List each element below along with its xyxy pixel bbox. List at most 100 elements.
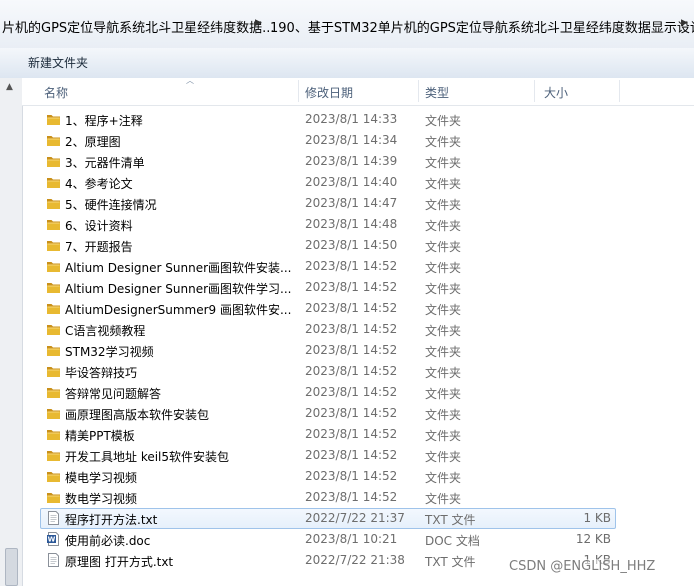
file-type: 文件夹 [425,282,462,296]
file-row[interactable]: 开发工具地址 keil5软件安装包 2023/8/1 14:52 文件夹 [0,445,694,466]
file-row[interactable]: Altium Designer Sunner画图软件学习... 2023/8/1 … [0,277,694,298]
file-name: 2、原理图 [65,135,121,149]
file-name: 开发工具地址 keil5软件安装包 [65,450,230,464]
watermark: CSDN @ENGLISH_HHZ [509,559,656,574]
folder-icon [46,280,61,294]
file-modified-date: 2023/8/1 14:52 [305,490,398,504]
file-type: 文件夹 [425,345,462,359]
file-row[interactable]: 6、设计资料 2023/8/1 14:48 文件夹 [0,214,694,235]
file-row-selected[interactable]: 程序打开方法.txt 2022/7/22 21:37 TXT 文件 1 KB [0,508,694,529]
file-modified-date: 2023/8/1 10:21 [305,532,398,546]
file-size: 12 KB [575,532,611,546]
file-modified-date: 2023/8/1 14:52 [305,343,398,357]
file-name: 毕设答辩技巧 [65,366,138,380]
column-divider[interactable] [534,80,535,102]
column-header: ︿ 名称 修改日期 类型 大小 [22,76,694,106]
new-folder-button[interactable]: 新建文件夹 [26,54,90,71]
file-type: 文件夹 [425,408,462,422]
file-row[interactable]: Altium Designer Sunner画图软件安装... 2023/8/1 … [0,256,694,277]
file-row[interactable]: 数电学习视频 2023/8/1 14:52 文件夹 [0,487,694,508]
file-row[interactable]: AltiumDesignerSummer9 画图软件安... 2023/8/1 1… [0,298,694,319]
file-name: 1、程序+注释 [65,114,143,128]
file-row[interactable]: 3、元器件清单 2023/8/1 14:39 文件夹 [0,151,694,172]
folder-icon [46,448,61,462]
file-modified-date: 2023/8/1 14:52 [305,301,398,315]
folder-icon [46,385,61,399]
folder-icon [46,469,61,483]
file-row[interactable]: 1、程序+注释 2023/8/1 14:33 文件夹 [0,109,694,130]
file-modified-date: 2023/8/1 14:52 [305,469,398,483]
folder-icon [46,154,61,168]
file-type: DOC 文档 [425,534,480,548]
file-type: 文件夹 [425,114,462,128]
file-type: 文件夹 [425,261,462,275]
file-row[interactable]: STM32学习视频 2023/8/1 14:52 文件夹 [0,340,694,361]
file-modified-date: 2023/8/1 14:47 [305,196,398,210]
breadcrumb-item-current[interactable]: 190、基于STM32单片机的GPS定位导航系统北斗卫星经纬度数据显示设计 [270,17,694,36]
file-name: 程序打开方法.txt [65,513,158,527]
file-modified-date: 2023/8/1 14:52 [305,448,398,462]
text-file-icon [46,553,61,567]
file-modified-date: 2023/8/1 14:52 [305,259,398,273]
file-row[interactable]: 4、参考论文 2023/8/1 14:40 文件夹 [0,172,694,193]
text-file-icon [46,511,61,525]
file-type: 文件夹 [425,156,462,170]
file-modified-date: 2023/8/1 14:52 [305,322,398,336]
column-header-date[interactable]: 修改日期 [305,84,353,101]
file-name: 画原理图高版本软件安装包 [65,408,210,422]
breadcrumb-chevron-icon[interactable]: ▶ [255,18,262,28]
file-type: 文件夹 [425,450,462,464]
file-type: 文件夹 [425,219,462,233]
column-header-name[interactable]: 名称 [44,84,68,101]
file-type: TXT 文件 [425,513,476,527]
file-modified-date: 2023/8/1 14:34 [305,133,398,147]
folder-icon [46,217,61,231]
file-modified-date: 2023/8/1 14:48 [305,217,398,231]
toolbar: 新建文件夹 [0,48,694,79]
file-modified-date: 2023/8/1 14:52 [305,364,398,378]
file-type: 文件夹 [425,240,462,254]
file-name: Altium Designer Sunner画图软件学习... [65,282,292,296]
file-row[interactable]: W 使用前必读.doc 2023/8/1 10:21 DOC 文档 12 KB [0,529,694,550]
file-name: 6、设计资料 [65,219,133,233]
file-modified-date: 2023/8/1 14:52 [305,280,398,294]
file-type: TXT 文件 [425,555,476,569]
folder-icon [46,133,61,147]
file-row[interactable]: 精美PPT模板 2023/8/1 14:52 文件夹 [0,424,694,445]
file-row[interactable]: 模电学习视频 2023/8/1 14:52 文件夹 [0,466,694,487]
scroll-up-arrow-icon[interactable]: ▲ [6,82,13,92]
file-modified-date: 2023/8/1 14:40 [305,175,398,189]
file-type: 文件夹 [425,387,462,401]
column-header-type[interactable]: 类型 [425,84,449,101]
file-row[interactable]: C语言视频教程 2023/8/1 14:52 文件夹 [0,319,694,340]
file-type: 文件夹 [425,471,462,485]
file-name: 7、开题报告 [65,240,133,254]
file-modified-date: 2023/8/1 14:52 [305,427,398,441]
column-header-size[interactable]: 大小 [544,84,568,101]
file-row[interactable]: 答辩常见问题解答 2023/8/1 14:52 文件夹 [0,382,694,403]
breadcrumb-item-parent[interactable]: 片机的GPS定位导航系统北斗卫星经纬度数据... [2,17,275,36]
file-type: 文件夹 [425,429,462,443]
folder-icon [46,427,61,441]
file-name: Altium Designer Sunner画图软件安装... [65,261,292,275]
file-row[interactable]: 7、开题报告 2023/8/1 14:50 文件夹 [0,235,694,256]
file-size: 1 KB [583,511,611,525]
file-type: 文件夹 [425,303,462,317]
folder-icon [46,364,61,378]
file-name: 精美PPT模板 [65,429,135,443]
file-name: 4、参考论文 [65,177,133,191]
column-divider[interactable] [418,80,419,102]
column-divider[interactable] [619,80,620,102]
file-row[interactable]: 2、原理图 2023/8/1 14:34 文件夹 [0,130,694,151]
folder-icon [46,196,61,210]
file-modified-date: 2023/8/1 14:33 [305,112,398,126]
file-name: 模电学习视频 [65,471,138,485]
folder-icon [46,112,61,126]
file-name: AltiumDesignerSummer9 画图软件安... [65,303,292,317]
file-row[interactable]: 画原理图高版本软件安装包 2023/8/1 14:52 文件夹 [0,403,694,424]
column-divider[interactable] [298,80,299,102]
breadcrumb-chevron-icon[interactable]: ▶ [681,18,688,28]
file-name: C语言视频教程 [65,324,146,338]
file-row[interactable]: 5、硬件连接情况 2023/8/1 14:47 文件夹 [0,193,694,214]
file-row[interactable]: 毕设答辩技巧 2023/8/1 14:52 文件夹 [0,361,694,382]
